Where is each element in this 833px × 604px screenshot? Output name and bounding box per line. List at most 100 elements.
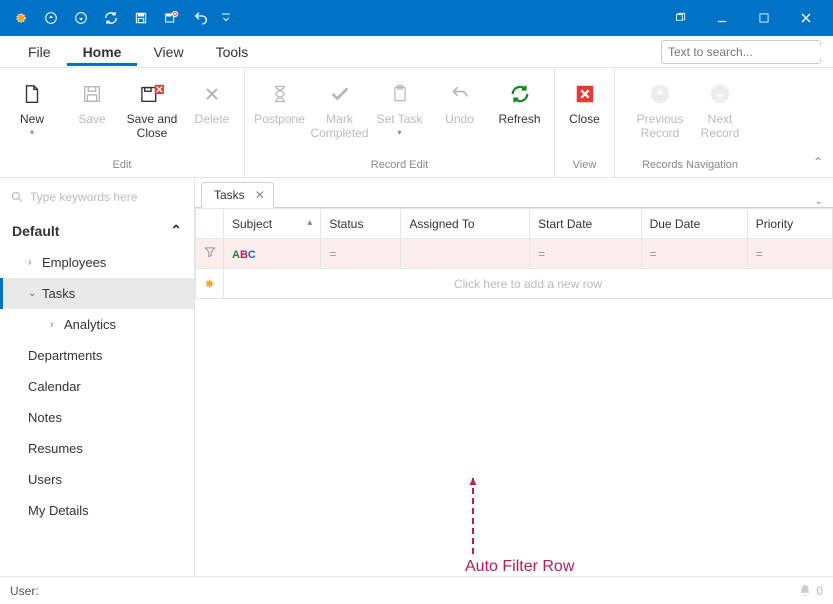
filter-priority[interactable]: = [747, 239, 832, 269]
filter-subject[interactable]: ABC [224, 239, 321, 269]
filter-icon[interactable] [196, 239, 224, 269]
undo-button[interactable]: Undo [430, 76, 490, 130]
sidebar-item-my-details[interactable]: My Details [0, 495, 194, 526]
filter-status[interactable]: = [321, 239, 401, 269]
col-subject[interactable]: Subject▴ [224, 209, 321, 239]
save-close-icon [136, 80, 168, 108]
new-button[interactable]: New ▾ [2, 76, 62, 142]
quick-access-toolbar [6, 3, 236, 33]
arrow-down-circle-icon [704, 80, 736, 108]
delete-button[interactable]: Delete [182, 76, 242, 130]
qat-up-icon[interactable] [36, 3, 66, 33]
sidebar-item-resumes[interactable]: Resumes [0, 433, 194, 464]
qat-dropdown-icon[interactable] [216, 3, 236, 33]
next-record-label: Next Record [692, 112, 748, 141]
menu-file[interactable]: File [12, 38, 67, 66]
mark-completed-button[interactable]: Mark Completed [310, 76, 370, 145]
menu-tools[interactable]: Tools [200, 38, 265, 66]
new-label: New [20, 112, 44, 126]
save-close-button[interactable]: Save and Close [122, 76, 182, 145]
status-user-label: User: [10, 584, 39, 598]
check-icon [324, 80, 356, 108]
auto-filter-row[interactable]: ABC = = = = [196, 239, 833, 269]
new-row-prompt[interactable]: Click here to add a new row [224, 269, 833, 299]
chevron-right-icon: › [28, 257, 40, 268]
next-record-button[interactable]: Next Record [690, 76, 750, 145]
content-area: Tasks ✕ ⌄ Subject▴ Status Assigned To St… [195, 178, 833, 576]
window-close-icon[interactable] [785, 3, 827, 33]
group-label-edit: Edit [113, 157, 132, 175]
window-restore-icon[interactable] [659, 3, 701, 33]
tab-label: Tasks [214, 188, 245, 202]
tab-dropdown-icon[interactable]: ⌄ [805, 196, 833, 207]
col-status[interactable]: Status [321, 209, 401, 239]
refresh-button[interactable]: Refresh [490, 76, 550, 130]
nav-sidebar: Type keywords here Default ⌃ ›Employees … [0, 178, 195, 576]
delete-icon [196, 80, 228, 108]
prev-record-label: Previous Record [632, 112, 688, 141]
menu-home[interactable]: Home [67, 38, 138, 66]
search-box[interactable] [661, 40, 821, 64]
sidebar-item-employees[interactable]: ›Employees [0, 247, 194, 278]
new-row-icon: ✸ [196, 269, 224, 299]
tab-close-icon[interactable]: ✕ [255, 188, 265, 202]
data-grid: Subject▴ Status Assigned To Start Date D… [195, 208, 833, 576]
filter-assigned-to[interactable] [401, 239, 530, 269]
chevron-down-icon: ▾ [30, 128, 34, 138]
mark-completed-label: Mark Completed [310, 112, 368, 141]
status-bar: User: 0 [0, 576, 833, 604]
chevron-down-icon: ⌄ [28, 288, 40, 299]
nav-group-label: Default [12, 223, 59, 239]
save-button[interactable]: Save [62, 76, 122, 130]
tab-bar: Tasks ✕ ⌄ [195, 178, 833, 208]
sidebar-item-departments[interactable]: Departments [0, 340, 194, 371]
close-label: Close [569, 112, 600, 126]
annotation-line [472, 478, 474, 554]
sidebar-item-notes[interactable]: Notes [0, 402, 194, 433]
refresh-label: Refresh [498, 112, 540, 126]
new-file-icon [16, 80, 48, 108]
sidebar-item-calendar[interactable]: Calendar [0, 371, 194, 402]
col-assigned-to[interactable]: Assigned To [401, 209, 530, 239]
annotation-label: Auto Filter Row [465, 558, 574, 576]
bell-icon [798, 584, 812, 598]
ribbon-collapse-icon[interactable]: ⌃ [813, 155, 823, 169]
set-task-button[interactable]: Set Task ▾ [370, 76, 430, 142]
qat-refresh-icon[interactable] [96, 3, 126, 33]
chevron-right-icon: › [50, 319, 62, 330]
filter-due-date[interactable]: = [641, 239, 747, 269]
window-minimize-icon[interactable] [701, 3, 743, 33]
sidebar-item-users[interactable]: Users [0, 464, 194, 495]
window-maximize-icon[interactable] [743, 3, 785, 33]
ribbon: New ▾ Save Save and Close Delete Edit Po… [0, 68, 833, 178]
qat-undo-icon[interactable] [186, 3, 216, 33]
col-priority[interactable]: Priority [747, 209, 832, 239]
delete-label: Delete [195, 112, 230, 126]
save-close-label: Save and Close [124, 112, 180, 141]
qat-save-close-icon[interactable] [156, 3, 186, 33]
sidebar-item-tasks[interactable]: ⌄Tasks [0, 278, 194, 309]
filter-start-date[interactable]: = [530, 239, 641, 269]
col-due-date[interactable]: Due Date [641, 209, 747, 239]
qat-down-icon[interactable] [66, 3, 96, 33]
chevron-down-icon: ▾ [397, 128, 401, 138]
menu-view[interactable]: View [137, 38, 199, 66]
notifications-indicator[interactable]: 0 [798, 584, 823, 598]
nav-group-default[interactable]: Default ⌃ [0, 214, 194, 247]
titlebar [0, 0, 833, 36]
close-button[interactable]: Close [555, 76, 615, 130]
qat-save-icon[interactable] [126, 3, 156, 33]
nav-search[interactable]: Type keywords here [0, 186, 194, 214]
search-input[interactable] [668, 45, 823, 59]
undo-label: Undo [445, 112, 474, 126]
postpone-label: Postpone [254, 112, 305, 126]
col-start-date[interactable]: Start Date [530, 209, 641, 239]
nav-search-placeholder: Type keywords here [30, 190, 137, 204]
prev-record-button[interactable]: Previous Record [630, 76, 690, 145]
tab-tasks[interactable]: Tasks ✕ [201, 182, 274, 208]
postpone-button[interactable]: Postpone [250, 76, 310, 130]
sidebar-item-analytics[interactable]: ›Analytics [0, 309, 194, 340]
notifications-count: 0 [816, 584, 823, 598]
new-item-row[interactable]: ✸ Click here to add a new row [196, 269, 833, 299]
chevron-up-icon: ⌃ [170, 222, 182, 239]
